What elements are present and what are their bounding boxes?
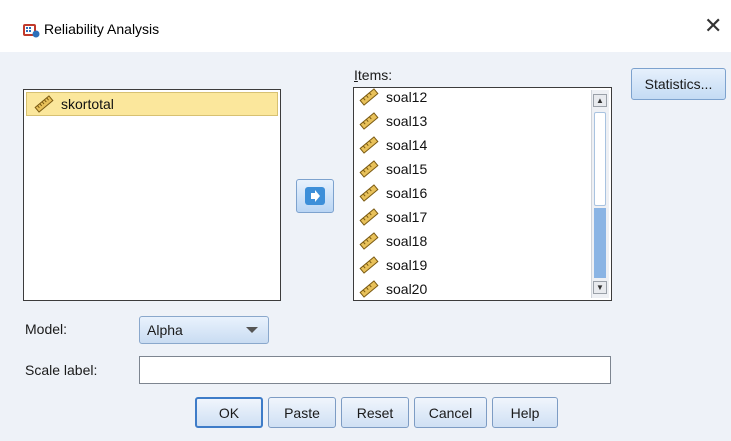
variable-name: soal14	[386, 137, 428, 153]
list-item[interactable]: soal19	[358, 253, 427, 277]
ruler-scale-icon	[359, 208, 379, 226]
cancel-button[interactable]: Cancel	[414, 397, 487, 428]
list-item[interactable]: soal13	[358, 109, 427, 133]
help-button[interactable]: Help	[492, 397, 558, 428]
items-label: Items:	[354, 67, 393, 83]
variable-name: soal17	[386, 209, 428, 225]
help-label: Help	[510, 404, 540, 421]
cancel-label: Cancel	[428, 404, 473, 421]
model-value: Alpha	[147, 322, 183, 338]
scroll-track[interactable]	[594, 208, 606, 278]
list-item[interactable]: soal17	[358, 205, 427, 229]
list-item[interactable]: soal18	[358, 229, 427, 253]
list-item[interactable]: soal16	[358, 181, 427, 205]
ruler-scale-icon	[359, 256, 379, 274]
chevron-down-icon	[246, 327, 258, 333]
statistics-label: Statistics...	[644, 76, 713, 92]
paste-label: Paste	[284, 404, 320, 421]
items-variable-list[interactable]: soal12 soal13 soal14 soal15 soal16 soal1…	[353, 87, 612, 301]
variable-name: soal18	[386, 233, 428, 249]
statistics-button[interactable]: Statistics...	[631, 68, 726, 100]
model-label: Model:	[25, 321, 68, 337]
paste-button[interactable]: Paste	[268, 397, 336, 428]
ruler-scale-icon	[359, 280, 379, 298]
scroll-down-icon[interactable]: ▼	[593, 281, 607, 294]
scale-label-input[interactable]	[139, 356, 611, 384]
model-dropdown[interactable]: Alpha	[139, 316, 269, 344]
variable-name: soal13	[386, 113, 428, 129]
items-scrollbar[interactable]: ▲ ▼	[591, 90, 609, 298]
ok-button[interactable]: OK	[195, 397, 263, 428]
ruler-scale-icon	[359, 184, 379, 202]
scroll-up-icon[interactable]: ▲	[593, 94, 607, 107]
source-list-item[interactable]: skortotal	[26, 92, 278, 116]
ruler-scale-icon	[34, 95, 54, 113]
window-title: Reliability Analysis	[44, 21, 160, 37]
variable-name: soal19	[386, 257, 428, 273]
reset-button[interactable]: Reset	[341, 397, 409, 428]
ruler-scale-icon	[359, 112, 379, 130]
list-item[interactable]: soal20	[358, 277, 428, 300]
ruler-scale-icon	[359, 232, 379, 250]
variable-name: soal12	[386, 89, 428, 105]
ruler-scale-icon	[359, 88, 379, 106]
variable-name: soal20	[386, 281, 428, 297]
list-item[interactable]: soal14	[358, 133, 427, 157]
scroll-thumb[interactable]	[594, 112, 606, 206]
list-item[interactable]: soal12	[358, 88, 428, 109]
variable-name: skortotal	[61, 96, 114, 112]
list-item[interactable]: soal15	[358, 157, 427, 181]
arrow-right-icon	[305, 187, 325, 205]
reset-label: Reset	[356, 404, 394, 421]
spss-reliability-icon	[22, 21, 40, 39]
scale-label: Scale label:	[25, 362, 98, 378]
source-variable-list[interactable]: skortotal	[23, 89, 281, 301]
title-bar: Reliability Analysis ✕	[0, 0, 731, 52]
ok-label: OK	[218, 404, 240, 421]
ruler-scale-icon	[359, 136, 379, 154]
ruler-scale-icon	[359, 160, 379, 178]
items-label-rest: tems:	[357, 67, 393, 83]
variable-name: soal15	[386, 161, 428, 177]
variable-name: soal16	[386, 185, 428, 201]
close-icon[interactable]: ✕	[704, 15, 722, 37]
move-to-items-button[interactable]	[296, 179, 334, 213]
